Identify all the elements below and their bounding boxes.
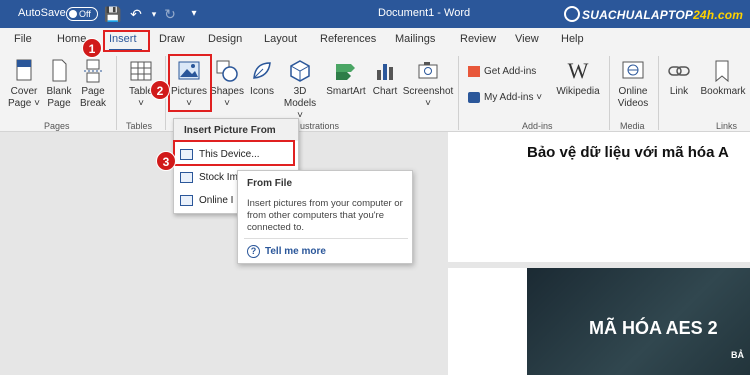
icons-icon	[253, 62, 271, 79]
group-label-pages: Pages	[44, 121, 70, 131]
tab-mailings[interactable]: Mailings	[395, 33, 435, 45]
table-icon	[130, 61, 152, 81]
tab-references[interactable]: References	[320, 33, 376, 45]
wikipedia-icon: W	[567, 58, 589, 83]
cover-page-button[interactable]: Cover Page ˅	[6, 58, 42, 110]
my-addins-button[interactable]: My Add-ins ˅	[468, 92, 542, 103]
chart-button[interactable]: Chart	[370, 58, 400, 98]
group-label-illustrations: ustrations	[300, 121, 340, 131]
page-break-icon	[84, 59, 102, 83]
get-addins-button[interactable]: Get Add-ins	[468, 66, 536, 77]
undo-icon[interactable]: ↶	[128, 5, 144, 23]
stock-images-icon	[180, 172, 193, 183]
group-label-links: Links	[716, 121, 738, 131]
group-label-addins: Add-ins	[522, 121, 553, 131]
video-globe-icon	[622, 61, 644, 79]
document-title: Document1 - Word	[378, 7, 471, 19]
tell-me-more-link[interactable]: ? Tell me more	[247, 245, 326, 258]
separator	[458, 56, 459, 130]
bookmark-button[interactable]: Bookmark	[698, 58, 748, 98]
addins-icon	[468, 92, 480, 103]
document-heading: Bảo vệ dữ liệu với mã hóa A	[527, 144, 729, 161]
tab-view[interactable]: View	[515, 33, 539, 45]
title-bar: AutoSave Off 💾 ↶ ▾ ↻ ▾ Document1 - Word …	[0, 0, 750, 28]
3d-models-button[interactable]: 3D Models ˅	[282, 58, 318, 122]
tooltip-divider	[244, 238, 408, 239]
tooltip-title: From File	[247, 178, 293, 189]
step-badge-3: 3	[156, 151, 176, 171]
online-videos-button[interactable]: Online Videos	[614, 58, 652, 110]
cover-page-icon	[16, 59, 32, 81]
undo-dropdown-icon[interactable]: ▾	[146, 5, 162, 23]
image-title-text: MÃ HÓA AES 2	[589, 318, 718, 338]
cube-icon	[290, 60, 310, 82]
blank-page-button[interactable]: Blank Page	[44, 58, 74, 110]
step-badge-1: 1	[82, 38, 102, 58]
wikipedia-button[interactable]: W Wikipedia	[554, 58, 602, 98]
save-icon[interactable]: 💾	[104, 5, 121, 23]
highlight-this-device	[173, 140, 295, 166]
redo-icon[interactable]: ↻	[162, 5, 178, 23]
ribbon: Cover Page ˅ Blank Page Page Break Pages Ta…	[0, 52, 750, 132]
brand-logo-icon	[564, 6, 580, 22]
highlight-insert-tab	[103, 30, 150, 52]
screenshot-button[interactable]: Screenshot ˅	[402, 58, 454, 110]
from-file-tooltip: From File Insert pictures from your comp…	[237, 170, 413, 264]
toggle-knob	[69, 10, 77, 18]
tab-review[interactable]: Review	[460, 33, 496, 45]
separator	[116, 56, 117, 130]
shapes-icon	[216, 60, 238, 82]
chart-icon	[377, 64, 393, 80]
highlight-pictures	[168, 54, 212, 112]
tab-design[interactable]: Design	[208, 33, 242, 45]
tab-file[interactable]: File	[14, 33, 32, 45]
online-pictures-icon	[180, 195, 193, 206]
autosave-label: AutoSave	[18, 7, 66, 19]
bookmark-icon	[715, 60, 729, 83]
screenshot-icon	[418, 62, 438, 79]
separator	[609, 56, 610, 130]
link-button[interactable]: Link	[664, 58, 694, 98]
autosave-toggle[interactable]: Off	[66, 7, 98, 21]
separator	[658, 56, 659, 130]
image-sub-text: BẢ	[731, 350, 744, 360]
icons-button[interactable]: Icons	[246, 58, 278, 98]
menu-item-stock-images[interactable]: Stock Im	[180, 172, 238, 183]
help-icon: ?	[247, 245, 260, 258]
tab-layout[interactable]: Layout	[264, 33, 297, 45]
smartart-button[interactable]: SmartArt	[324, 58, 368, 98]
document-image[interactable]: MÃ HÓA AES 2 BẢ	[527, 268, 750, 375]
brand-watermark: SUACHUALAPTOP24h.com	[582, 8, 744, 22]
customize-toolbar-icon[interactable]: ▾	[186, 5, 202, 23]
blank-page-icon	[52, 59, 67, 82]
shapes-button[interactable]: Shapes ˅	[210, 58, 244, 110]
smartart-icon	[336, 64, 355, 80]
tooltip-body: Insert pictures from your computer or fr…	[247, 198, 403, 233]
menu-header: Insert Picture From	[184, 125, 276, 136]
group-label-media: Media	[620, 121, 645, 131]
step-badge-2: 2	[150, 80, 170, 100]
page-break-button[interactable]: Page Break	[77, 58, 109, 110]
tab-draw[interactable]: Draw	[159, 33, 185, 45]
tab-help[interactable]: Help	[561, 33, 584, 45]
menu-item-online-pictures[interactable]: Online I	[180, 195, 233, 206]
store-icon	[468, 66, 480, 77]
group-label-tables: Tables	[126, 121, 153, 131]
link-icon	[668, 66, 690, 76]
autosave-state: Off	[79, 9, 91, 19]
